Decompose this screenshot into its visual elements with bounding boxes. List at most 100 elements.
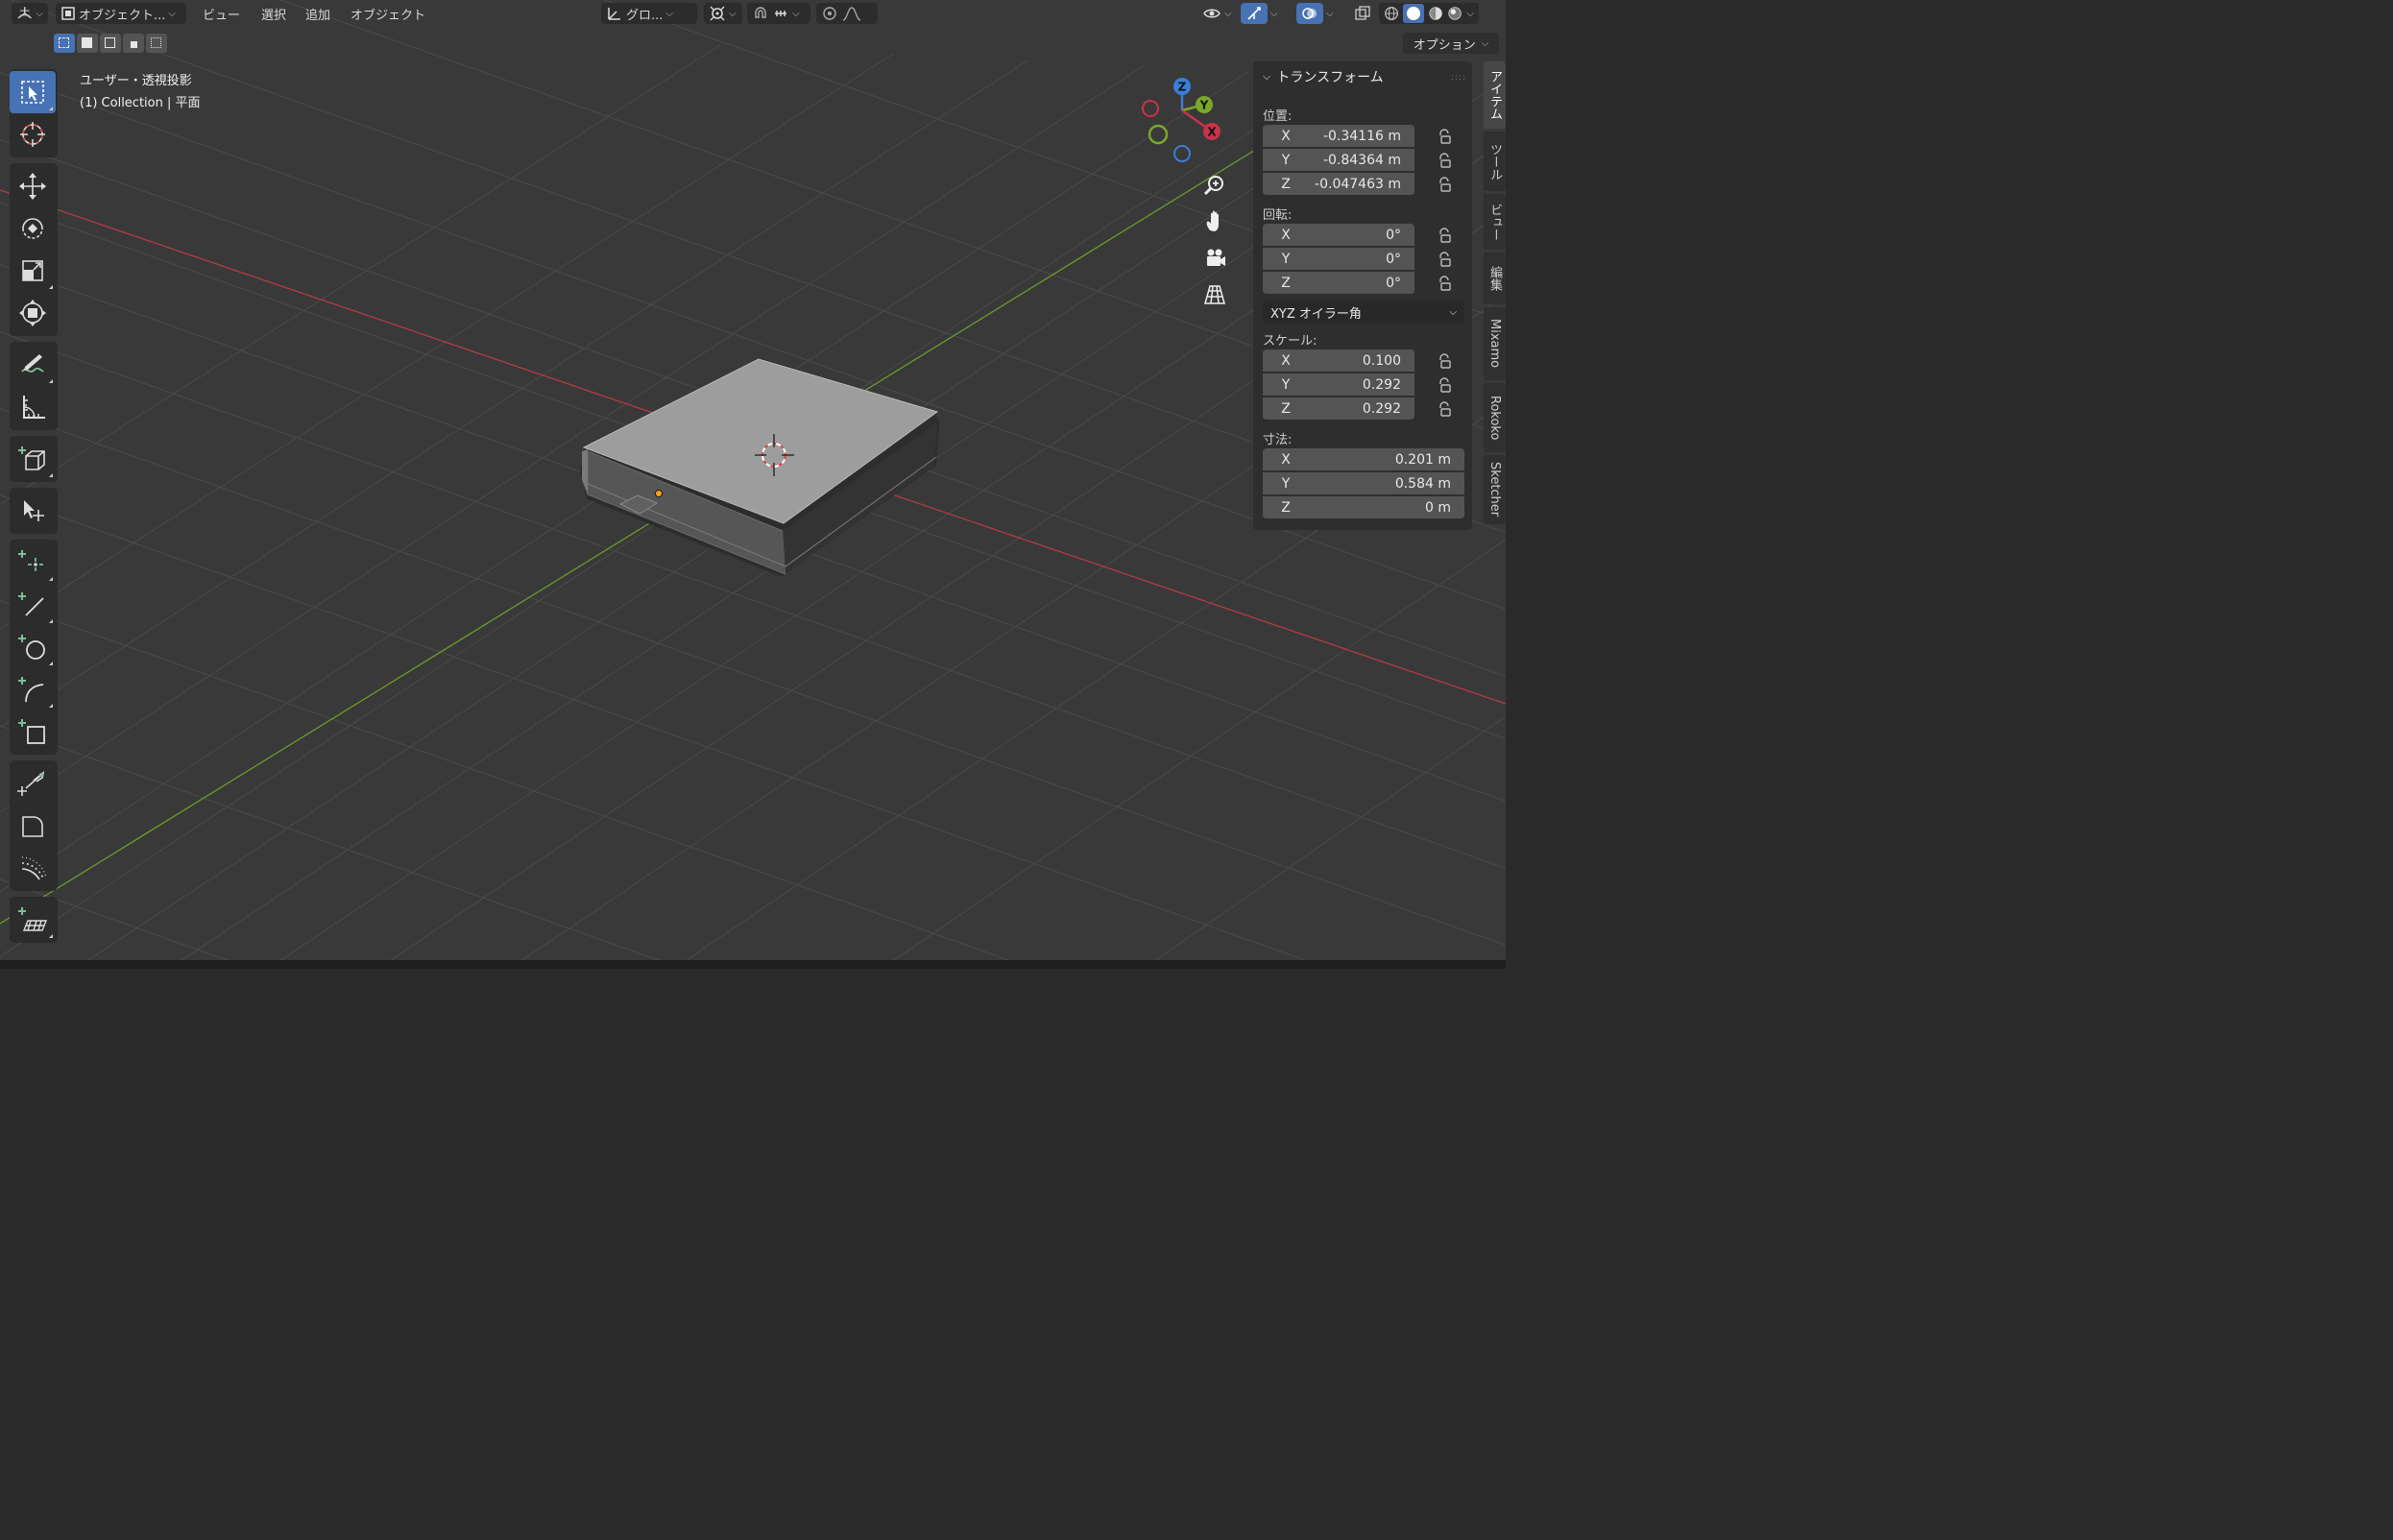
solid-shading-button[interactable] bbox=[1403, 4, 1425, 23]
scale-z-field[interactable]: Z 0.292 bbox=[1263, 397, 1414, 421]
field-value: 0° bbox=[1386, 275, 1401, 291]
location-y-field[interactable]: Y -0.84364 m bbox=[1263, 149, 1414, 172]
sidebar-tab-2[interactable]: ビュー bbox=[1484, 194, 1506, 250]
select-extend-button[interactable] bbox=[77, 34, 98, 53]
move-tool[interactable] bbox=[10, 165, 56, 207]
material-shading-icon[interactable] bbox=[1428, 5, 1443, 22]
measure-tool[interactable] bbox=[10, 386, 56, 428]
lock-icon[interactable] bbox=[1436, 176, 1453, 193]
field-value: 0.100 bbox=[1362, 352, 1401, 369]
drag-grip-icon[interactable]: :::: bbox=[1451, 73, 1466, 83]
lock-icon[interactable] bbox=[1436, 227, 1453, 244]
field-value: -0.84364 m bbox=[1322, 152, 1401, 168]
lock-icon[interactable] bbox=[1436, 400, 1453, 418]
show-overlays-toggle[interactable] bbox=[1296, 3, 1323, 24]
perspective-toggle-button[interactable] bbox=[1198, 278, 1231, 311]
pan-button[interactable] bbox=[1198, 205, 1231, 238]
extrude-tool[interactable] bbox=[10, 490, 56, 532]
editor-type-button[interactable]: ⌵ bbox=[12, 3, 48, 24]
show-gizmo-toggle[interactable] bbox=[1241, 3, 1268, 24]
sidebar-tab-4[interactable]: Mixamo bbox=[1484, 307, 1506, 380]
magnet-icon[interactable] bbox=[752, 5, 769, 22]
rotation-mode-dropdown[interactable]: XYZ オイラー角 ⌵ bbox=[1263, 301, 1464, 324]
visibility-dropdown[interactable]: ⌵ bbox=[1197, 3, 1237, 24]
select-difference-button[interactable] bbox=[123, 34, 144, 53]
chevron-down-icon[interactable]: ⌵ bbox=[1266, 3, 1283, 24]
rotate-icon bbox=[22, 218, 43, 239]
lock-icon[interactable] bbox=[1436, 251, 1453, 268]
pivot-point-dropdown[interactable]: ⌵ bbox=[704, 3, 742, 24]
xray-toggle[interactable] bbox=[1349, 3, 1376, 24]
add-arc-tool[interactable] bbox=[10, 668, 56, 710]
mode-dropdown[interactable]: オブジェクト... ⌵ bbox=[56, 3, 186, 24]
gizmo-z-label: Z bbox=[1178, 81, 1187, 94]
add-grid-tool[interactable] bbox=[10, 899, 56, 941]
select-subtract-button[interactable] bbox=[100, 34, 121, 53]
options-dropdown[interactable]: オプション ⌵ bbox=[1403, 33, 1499, 54]
dimensions-x-field[interactable]: X 0.201 m bbox=[1263, 448, 1464, 471]
lock-icon[interactable] bbox=[1436, 275, 1453, 292]
lock-icon[interactable] bbox=[1436, 128, 1453, 145]
sidebar-tab-3[interactable]: 編集 bbox=[1484, 253, 1506, 304]
navigation-gizmo[interactable]: Z Y X bbox=[1138, 77, 1234, 168]
chevron-down-icon[interactable]: ⌵ bbox=[1466, 9, 1474, 19]
rotation-y-field[interactable]: Y 0° bbox=[1263, 248, 1414, 271]
scale-tool[interactable] bbox=[10, 250, 56, 292]
scale-x-field[interactable]: X 0.100 bbox=[1263, 349, 1414, 373]
rotation-mode-label: XYZ オイラー角 bbox=[1270, 306, 1362, 322]
menu-select[interactable]: 選択 bbox=[256, 3, 291, 24]
transform-panel-header[interactable]: ⌵ トランスフォーム bbox=[1263, 67, 1384, 86]
annotate-tool[interactable] bbox=[10, 344, 56, 386]
field-value: 0° bbox=[1386, 227, 1401, 243]
axis-label: X bbox=[1281, 227, 1291, 243]
collection-info: (1) Collection | 平面 bbox=[80, 96, 201, 110]
lock-icon[interactable] bbox=[1436, 152, 1453, 169]
scale-y-field[interactable]: Y 0.292 bbox=[1263, 373, 1414, 397]
falloff-curve-icon[interactable] bbox=[841, 5, 862, 22]
curve-draw-tool[interactable] bbox=[10, 847, 56, 889]
lock-icon[interactable] bbox=[1436, 352, 1453, 370]
zoom-button[interactable] bbox=[1198, 169, 1231, 202]
select-intersect-button[interactable] bbox=[146, 34, 167, 53]
add-cube-tool[interactable] bbox=[10, 438, 56, 480]
snap-increment-icon[interactable] bbox=[772, 5, 789, 22]
selected-object-mesh[interactable] bbox=[580, 358, 939, 576]
proportional-edit-icon[interactable] bbox=[821, 5, 838, 22]
wireframe-shading-icon[interactable] bbox=[1384, 5, 1399, 22]
rendered-shading-icon[interactable] bbox=[1447, 5, 1462, 22]
location-x-field[interactable]: X -0.34116 m bbox=[1263, 125, 1414, 148]
select-subtract-icon bbox=[105, 37, 115, 48]
sidebar-tab-0[interactable]: アイテム bbox=[1484, 61, 1506, 129]
rotation-z-field[interactable]: Z 0° bbox=[1263, 272, 1414, 295]
chevron-down-icon[interactable]: ⌵ bbox=[1321, 3, 1339, 24]
menu-add[interactable]: 追加 bbox=[301, 3, 335, 24]
bevel-tool[interactable] bbox=[10, 805, 56, 847]
transform-orientation-dropdown[interactable]: グロ... ⌵ bbox=[601, 3, 697, 24]
add-vertex-tool[interactable] bbox=[10, 541, 56, 584]
location-z-field[interactable]: Z -0.047463 m bbox=[1263, 173, 1414, 196]
scale-icon bbox=[22, 260, 43, 281]
menu-view[interactable]: ビュー bbox=[198, 3, 245, 24]
camera-view-button[interactable] bbox=[1198, 242, 1231, 275]
dimensions-z-field[interactable]: Z 0 m bbox=[1263, 496, 1464, 519]
sidebar-tab-6[interactable]: Sketcher bbox=[1484, 455, 1506, 524]
field-value: 0.292 bbox=[1362, 376, 1401, 393]
select-box-tool[interactable] bbox=[10, 71, 56, 113]
chevron-down-icon: ⌵ bbox=[1263, 70, 1271, 83]
chevron-down-icon: ⌵ bbox=[665, 8, 673, 19]
rotation-x-field[interactable]: X 0° bbox=[1263, 224, 1414, 247]
select-new-button[interactable] bbox=[54, 34, 75, 53]
dimensions-y-field[interactable]: Y 0.584 m bbox=[1263, 472, 1464, 495]
lock-icon[interactable] bbox=[1436, 376, 1453, 394]
add-rectangle-tool[interactable] bbox=[10, 710, 56, 753]
rotate-tool[interactable] bbox=[10, 207, 56, 250]
add-circle-tool[interactable] bbox=[10, 626, 56, 668]
menu-object[interactable]: オブジェクト bbox=[346, 3, 430, 24]
knife-tool[interactable] bbox=[10, 762, 56, 805]
sidebar-tab-1[interactable]: ツール bbox=[1484, 132, 1506, 191]
add-edge-tool[interactable] bbox=[10, 584, 56, 626]
cursor-icon bbox=[20, 122, 45, 147]
cursor-tool[interactable] bbox=[10, 113, 56, 156]
transform-tool[interactable] bbox=[10, 292, 56, 334]
sidebar-tab-5[interactable]: Rokoko bbox=[1484, 383, 1506, 452]
